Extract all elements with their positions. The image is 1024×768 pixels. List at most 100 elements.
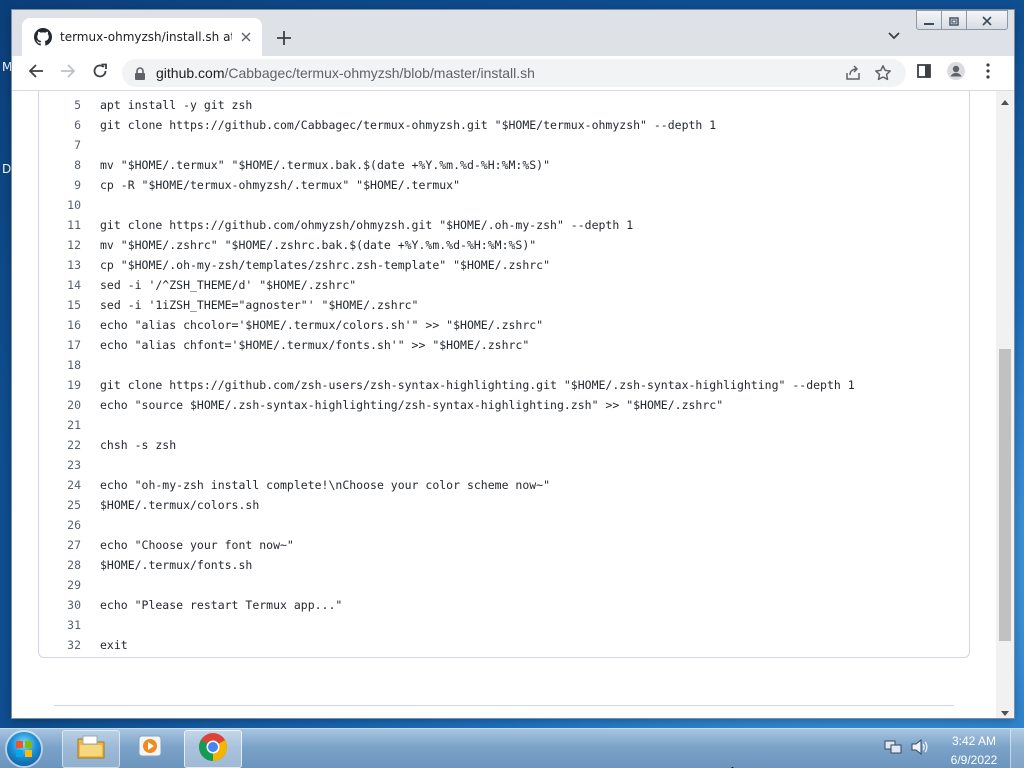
code-text: mv "$HOME/.termux" "$HOME/.termux.bak.$(… (100, 158, 551, 172)
scroll-down-button[interactable] (996, 702, 1014, 718)
chrome-window: termux-ohmyzsh/install.sh at ma (12, 10, 1014, 718)
line-number[interactable]: 11 (39, 215, 81, 235)
code-text: cp -R "$HOME/termux-ohmyzsh/.termux" "$H… (100, 178, 461, 192)
line-number[interactable]: 13 (39, 255, 81, 275)
line-number[interactable]: 28 (39, 555, 81, 575)
bookmark-star-icon[interactable] (874, 64, 892, 82)
maximize-button[interactable] (941, 10, 967, 30)
clock-time: 3:42 AM (951, 734, 997, 748)
show-desktop-button[interactable] (1010, 729, 1024, 768)
system-clock[interactable]: 3:42 AM 6/9/2022 (944, 733, 1004, 768)
line-number[interactable]: 7 (39, 135, 81, 155)
line-number[interactable]: 8 (39, 155, 81, 175)
tab-search-button[interactable] (884, 26, 904, 46)
browser-toolbar: github.com/Cabbagec/termux-ohmyzsh/blob/… (12, 56, 1014, 91)
new-tab-button[interactable] (272, 26, 296, 50)
code-line: 11 git clone https://github.com/ohmyzsh/o… (39, 215, 969, 235)
line-number[interactable]: 16 (39, 315, 81, 335)
line-number[interactable]: 15 (39, 295, 81, 315)
line-number[interactable]: 20 (39, 395, 81, 415)
line-number[interactable]: 29 (39, 575, 81, 595)
divider (54, 705, 954, 706)
code-line: 22 chsh -s zsh (39, 435, 969, 455)
network-icon[interactable] (884, 739, 902, 759)
line-number[interactable]: 26 (39, 515, 81, 535)
code-line: 18 (39, 355, 969, 375)
code-line: 16 echo "alias chcolor='$HOME/.termux/col… (39, 315, 969, 335)
code-text: echo "Please restart Termux app..." (100, 598, 343, 612)
code-text: mv "$HOME/.zshrc" "$HOME/.zshrc.bak.$(da… (100, 238, 537, 252)
maximize-icon (949, 11, 959, 30)
close-button[interactable] (966, 10, 1008, 30)
line-number[interactable]: 17 (39, 335, 81, 355)
line-number[interactable]: 19 (39, 375, 81, 395)
code-text: $HOME/.termux/colors.sh (100, 498, 260, 512)
url-text: github.com/Cabbagec/termux-ohmyzsh/blob/… (156, 65, 535, 81)
tab-close-icon[interactable] (238, 29, 254, 45)
line-number[interactable]: 14 (39, 275, 81, 295)
line-number[interactable]: 22 (39, 435, 81, 455)
code-line: 19 git clone https://github.com/zsh-users… (39, 375, 969, 395)
vertical-scrollbar[interactable] (996, 91, 1014, 718)
code-text: sed -i '1iZSH_THEME="agnoster"' "$HOME/.… (100, 298, 419, 312)
url-path: /Cabbagec/termux-ohmyzsh/blob/master/ins… (224, 65, 535, 81)
taskbar-chrome-button[interactable] (184, 730, 242, 768)
profile-button[interactable] (944, 61, 968, 85)
scroll-thumb[interactable] (999, 349, 1011, 641)
line-number[interactable]: 6 (39, 115, 81, 135)
code-text: $HOME/.termux/fonts.sh (100, 558, 253, 572)
code-line: 27 echo "Choose your font now~" (39, 535, 969, 555)
lock-icon[interactable] (134, 66, 146, 80)
folder-icon (76, 734, 106, 764)
code-line: 15 sed -i '1iZSH_THEME="agnoster"' "$HOME… (39, 295, 969, 315)
system-tray (884, 735, 944, 763)
code-line: 8 mv "$HOME/.termux" "$HOME/.termux.bak.$… (39, 155, 969, 175)
code-text: exit (100, 638, 128, 652)
line-number[interactable]: 30 (39, 595, 81, 615)
code-text: cp "$HOME/.oh-my-zsh/templates/zshrc.zsh… (100, 258, 551, 272)
chrome-icon (198, 732, 228, 766)
code-line: 12 mv "$HOME/.zshrc" "$HOME/.zshrc.bak.$(… (39, 235, 969, 255)
line-number[interactable]: 12 (39, 235, 81, 255)
back-button[interactable] (24, 61, 48, 85)
line-number[interactable]: 25 (39, 495, 81, 515)
reload-button[interactable] (88, 61, 112, 85)
menu-button[interactable] (976, 61, 1000, 85)
code-line: 24 echo "oh-my-zsh install complete!\nCho… (39, 475, 969, 495)
code-text: chsh -s zsh (100, 438, 177, 452)
tab-strip: termux-ohmyzsh/install.sh at ma (12, 10, 1014, 56)
side-panel-button[interactable] (912, 61, 936, 85)
line-number[interactable]: 5 (39, 95, 81, 115)
code-line: 23 (39, 455, 969, 475)
line-number[interactable]: 24 (39, 475, 81, 495)
line-number[interactable]: 27 (39, 535, 81, 555)
forward-button[interactable] (56, 61, 80, 85)
code-text: git clone https://github.com/zsh-users/z… (100, 378, 855, 392)
code-line: 32 exit (39, 635, 969, 655)
scroll-up-button[interactable] (996, 91, 1014, 107)
code-text: echo "alias chcolor='$HOME/.termux/color… (100, 318, 544, 332)
windows-logo-icon (7, 732, 41, 766)
line-number[interactable]: 9 (39, 175, 81, 195)
volume-icon[interactable] (910, 738, 928, 759)
code-line: 13 cp "$HOME/.oh-my-zsh/templates/zshrc.z… (39, 255, 969, 275)
tab-install-sh[interactable]: termux-ohmyzsh/install.sh at ma (22, 18, 262, 56)
code-line: 25 $HOME/.termux/colors.sh (39, 495, 969, 515)
line-number[interactable]: 23 (39, 455, 81, 475)
start-button[interactable] (4, 730, 44, 768)
tab-title: termux-ohmyzsh/install.sh at ma (60, 30, 232, 44)
address-bar[interactable]: github.com/Cabbagec/termux-ohmyzsh/blob/… (122, 59, 906, 87)
line-number[interactable]: 32 (39, 635, 81, 655)
minimize-button[interactable] (916, 10, 942, 30)
code-line: 5 apt install -y git zsh (39, 95, 969, 115)
url-host: github.com (156, 65, 225, 81)
line-number[interactable]: 31 (39, 615, 81, 635)
share-icon[interactable] (844, 64, 862, 82)
line-number[interactable]: 10 (39, 195, 81, 215)
taskbar-explorer-button[interactable] (62, 730, 120, 768)
code-line: 31 (39, 615, 969, 635)
media-player-icon (136, 733, 164, 763)
line-number[interactable]: 18 (39, 355, 81, 375)
line-number[interactable]: 21 (39, 415, 81, 435)
taskbar-media-player-button[interactable] (122, 730, 178, 766)
